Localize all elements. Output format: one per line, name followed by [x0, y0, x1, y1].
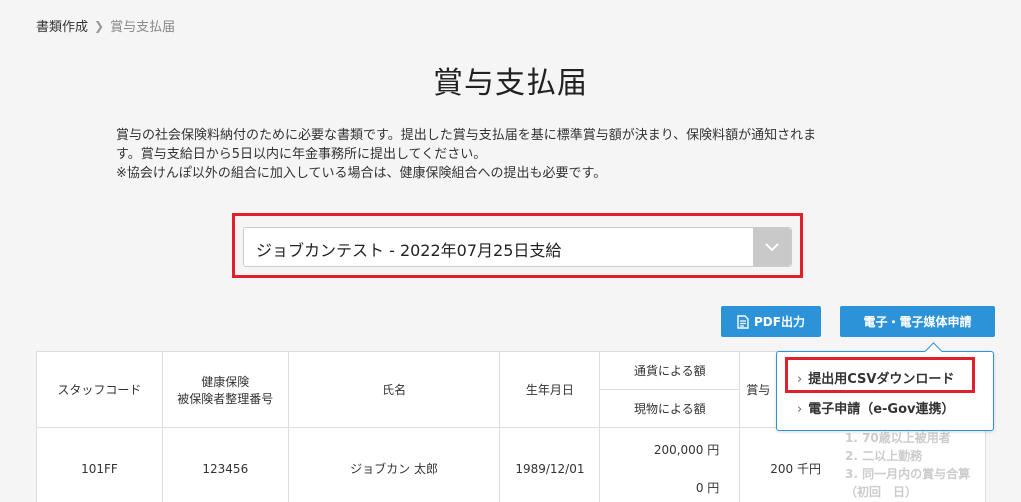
cell-currency-amount: 200,000 円: [653, 442, 720, 457]
pdf-export-button[interactable]: PDF出力: [721, 306, 821, 337]
notes-list: 1. 70歳以上被用者 2. 二以上勤務 3. 同一月内の賞与合算 （初回 日）: [845, 429, 970, 501]
description-line: ※協会けんぽ以外の組合に加入している場合は、健康保険組合への提出も必要です。: [116, 166, 607, 181]
bonus-select-value: ジョブカンテスト - 2022年07月25日支給: [256, 241, 562, 260]
description-line: す。賞与支給日から5日以内に年金事務所に提出してください。: [116, 147, 487, 162]
cell-goods-amount: 0 円: [695, 480, 720, 495]
table-row: 101FF 123456 ジョブカン 太郎 1989/12/01 200,000…: [36, 427, 986, 502]
cell-birth: 1989/12/01: [499, 427, 601, 502]
note-item: （初回 日）: [845, 485, 918, 499]
chevron-down-icon[interactable]: [753, 228, 791, 266]
page-description: 賞与の社会保険料納付のために必要な書類です。提出した賞与支払届を基に標準賞与額が…: [116, 126, 916, 183]
electronic-filing-label: 電子・電子媒体申請: [863, 315, 972, 329]
header-insurance-no: 健康保険 被保険者整理番号: [161, 351, 289, 428]
cell-insurance-no: 123456: [161, 427, 289, 502]
document-icon: [737, 314, 749, 329]
header-currency: 通貨による額: [599, 351, 741, 390]
cell-amounts: 200,000 円 0 円: [599, 427, 741, 502]
cell-name: ジョブカン 太郎: [287, 427, 501, 502]
header-goods: 現物による額: [599, 389, 741, 428]
csv-highlight-frame: [785, 357, 975, 393]
page-title: 賞与支払届: [433, 66, 588, 101]
breadcrumb-current: 賞与支払届: [110, 20, 176, 35]
header-birth: 生年月日: [499, 351, 601, 428]
description-line: 賞与の社会保険料納付のために必要な書類です。提出した賞与支払届を基に標準賞与額が…: [116, 128, 817, 143]
breadcrumb-parent[interactable]: 書類作成: [36, 16, 88, 35]
breadcrumb: 書類作成 ❯ 賞与支払届: [36, 16, 176, 36]
pdf-export-label: PDF出力: [754, 315, 805, 329]
note-item: 1. 70歳以上被用者: [845, 431, 951, 445]
chevron-right-icon: ❯: [94, 18, 105, 33]
electronic-filing-button[interactable]: 電子・電子媒体申請: [840, 306, 995, 337]
note-item: 2. 二以上勤務: [845, 449, 923, 463]
menu-item-egov[interactable]: › 電子申請（e-Gov連携）: [797, 398, 955, 417]
cell-staff-code: 101FF: [36, 427, 163, 502]
header-name: 氏名: [287, 351, 501, 428]
note-item: 3. 同一月内の賞与合算: [845, 467, 971, 481]
header-staff-code: スタッフコード: [36, 351, 163, 428]
chevron-right-icon: ›: [797, 402, 803, 417]
bonus-select[interactable]: ジョブカンテスト - 2022年07月25日支給: [243, 227, 792, 267]
